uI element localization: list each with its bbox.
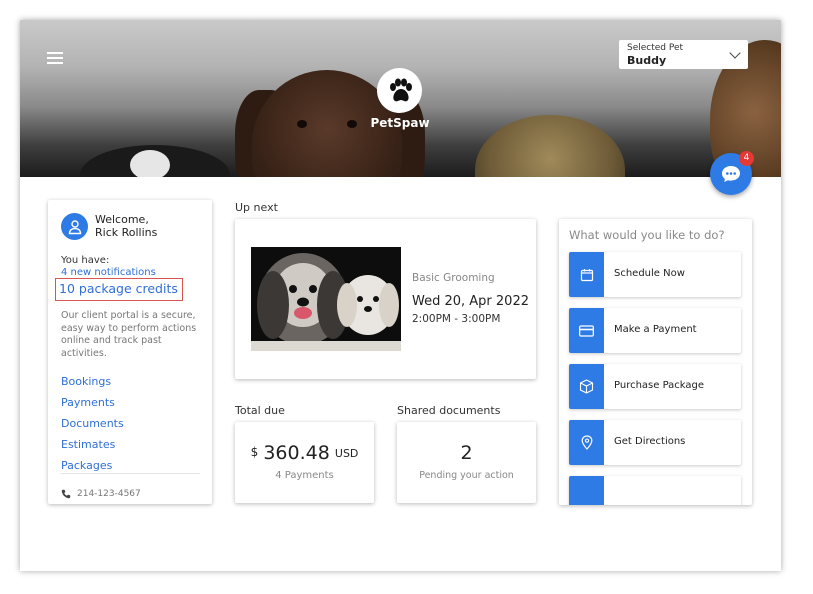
welcome-card: Welcome, Rick Rollins You have: 4 new no… (48, 200, 212, 504)
hero-banner: Selected Pet Buddy PetSpaw (20, 20, 781, 177)
banner-dog-image (130, 150, 170, 177)
get-directions-button[interactable]: Get Directions (569, 420, 741, 465)
user-avatar-icon (61, 213, 88, 240)
nav-link-bookings[interactable]: Bookings (61, 375, 124, 396)
appointment-time: 2:00PM - 3:00PM (412, 313, 501, 325)
app-window: Selected Pet Buddy PetSpaw 4 Welcome, Ri… (20, 20, 781, 571)
nav-link-packages[interactable]: Packages (61, 459, 124, 480)
quick-actions-title: What would you like to do? (569, 228, 725, 242)
amount-value: 360.48 (263, 442, 330, 464)
shared-documents-card[interactable]: 2 Pending your action (397, 422, 536, 503)
documents-status: Pending your action (419, 470, 514, 481)
action-icon (569, 476, 604, 505)
shared-documents-heading: Shared documents (397, 404, 501, 417)
payments-count: 4 Payments (275, 470, 334, 481)
more-action-button[interactable] (569, 476, 741, 505)
brand-name: PetSpaw (370, 116, 430, 130)
package-credits-link[interactable]: 10 package credits (55, 278, 183, 301)
notifications-link[interactable]: 4 new notifications (61, 267, 156, 278)
total-due-amount: $ 360.48 USD (235, 442, 374, 464)
selected-pet-dropdown[interactable]: Selected Pet Buddy (619, 40, 748, 69)
purchase-package-button[interactable]: Purchase Package (569, 364, 741, 409)
divider (61, 473, 200, 474)
you-have-label: You have: (61, 255, 110, 266)
schedule-now-button[interactable]: Schedule Now (569, 252, 741, 297)
phone-number: 214-123-4567 (77, 489, 141, 499)
banner-dog-image (475, 115, 625, 177)
nav-link-estimates[interactable]: Estimates (61, 438, 124, 459)
pet-photo (251, 247, 401, 351)
action-label: Schedule Now (614, 268, 685, 279)
user-name: Rick Rollins (95, 226, 158, 239)
hamburger-menu-icon[interactable] (47, 50, 63, 64)
welcome-greeting: Welcome, (95, 213, 149, 226)
action-label: Get Directions (614, 436, 686, 447)
sidebar-nav: Bookings Payments Documents Estimates Pa… (61, 375, 124, 480)
nav-link-documents[interactable]: Documents (61, 417, 124, 438)
package-box-icon (569, 364, 604, 409)
quick-actions-card: What would you like to do? Schedule Now … (559, 219, 752, 505)
make-payment-button[interactable]: Make a Payment (569, 308, 741, 353)
chat-bubble-icon (722, 166, 740, 182)
chat-notification-badge: 4 (739, 151, 754, 166)
action-label: Purchase Package (614, 380, 705, 391)
currency-symbol: $ (250, 445, 259, 459)
portal-description: Our client portal is a secure, easy way … (61, 310, 197, 359)
up-next-heading: Up next (235, 201, 278, 214)
total-due-heading: Total due (235, 404, 285, 417)
selected-pet-value: Buddy (627, 54, 667, 67)
welcome-text: Welcome, Rick Rollins (95, 213, 157, 239)
total-due-card[interactable]: $ 360.48 USD 4 Payments (235, 422, 374, 503)
currency-code: USD (334, 447, 359, 460)
calendar-icon (569, 252, 604, 297)
dog-eye (297, 120, 307, 128)
location-pin-icon (569, 420, 604, 465)
phone-icon (61, 489, 71, 499)
appointment-date: Wed 20, Apr 2022 (412, 294, 529, 309)
action-label: Make a Payment (614, 324, 697, 335)
appointment-service: Basic Grooming (412, 272, 495, 284)
up-next-card[interactable]: Basic Grooming Wed 20, Apr 2022 2:00PM -… (235, 219, 536, 379)
documents-count: 2 (460, 442, 473, 464)
nav-link-payments[interactable]: Payments (61, 396, 124, 417)
credit-card-icon (569, 308, 604, 353)
selected-pet-label: Selected Pet (627, 43, 684, 53)
paw-logo-icon (377, 68, 422, 113)
phone-contact[interactable]: 214-123-4567 (61, 489, 141, 499)
